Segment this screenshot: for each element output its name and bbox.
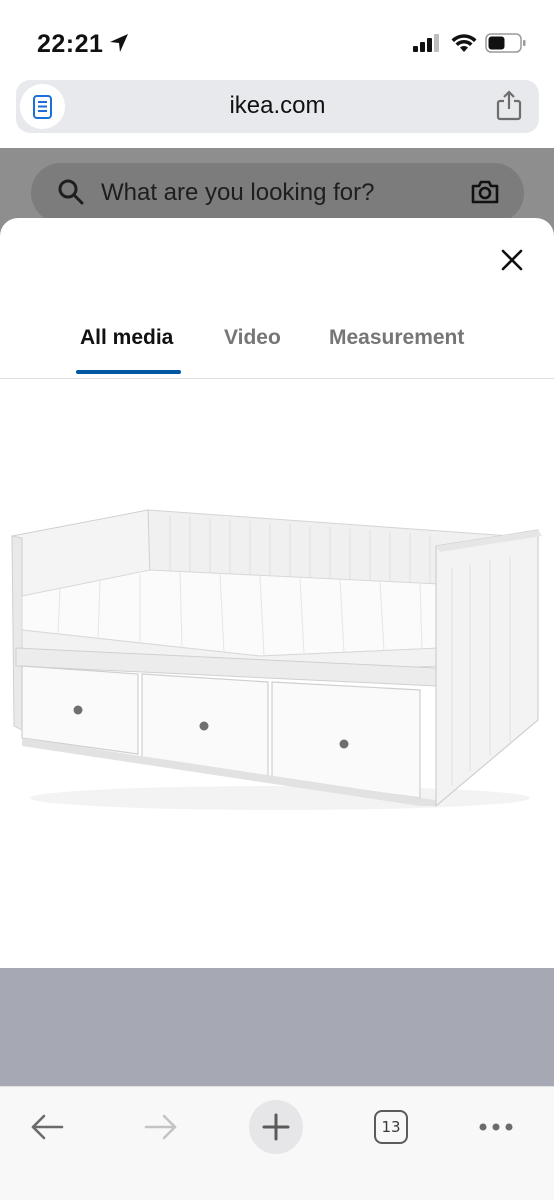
tabs-button[interactable]: 13 bbox=[361, 1097, 421, 1157]
browser-toolbar: 13 bbox=[0, 1086, 554, 1200]
plus-icon bbox=[262, 1113, 290, 1141]
address-bar[interactable]: ikea.com bbox=[16, 80, 539, 133]
back-arrow-icon bbox=[31, 1114, 64, 1140]
battery-icon bbox=[485, 33, 526, 53]
tab-count: 13 bbox=[374, 1110, 408, 1144]
more-icon bbox=[479, 1123, 513, 1131]
forward-arrow-icon bbox=[144, 1114, 177, 1140]
product-image[interactable] bbox=[0, 488, 554, 818]
new-tab-button[interactable] bbox=[246, 1097, 306, 1157]
search-icon bbox=[58, 179, 84, 205]
wifi-icon bbox=[451, 34, 477, 52]
media-tabs: All media Video Measurement bbox=[0, 318, 554, 378]
search-input[interactable]: What are you looking for? bbox=[31, 163, 524, 223]
close-icon bbox=[501, 249, 523, 271]
camera-icon[interactable] bbox=[470, 178, 500, 206]
cellular-signal-icon bbox=[413, 34, 439, 52]
tab-all-media[interactable]: All media bbox=[80, 326, 173, 350]
active-tab-indicator bbox=[76, 370, 181, 374]
back-button[interactable] bbox=[17, 1097, 77, 1157]
status-bar: 22:21 bbox=[0, 0, 554, 80]
page-overlay-bottom bbox=[0, 968, 554, 1086]
share-icon[interactable] bbox=[495, 90, 523, 122]
status-time: 22:21 bbox=[37, 30, 104, 58]
url-text[interactable]: ikea.com bbox=[16, 92, 539, 120]
new-tab-circle bbox=[249, 1100, 303, 1154]
tabs-divider bbox=[0, 378, 554, 379]
close-button[interactable] bbox=[497, 245, 527, 275]
tab-measurement[interactable]: Measurement bbox=[329, 326, 464, 350]
more-button[interactable] bbox=[466, 1097, 526, 1157]
search-placeholder: What are you looking for? bbox=[101, 179, 375, 206]
media-modal: All media Video Measurement bbox=[0, 218, 554, 968]
forward-button[interactable] bbox=[131, 1097, 191, 1157]
tab-video[interactable]: Video bbox=[224, 326, 281, 350]
location-arrow-icon bbox=[110, 34, 128, 52]
